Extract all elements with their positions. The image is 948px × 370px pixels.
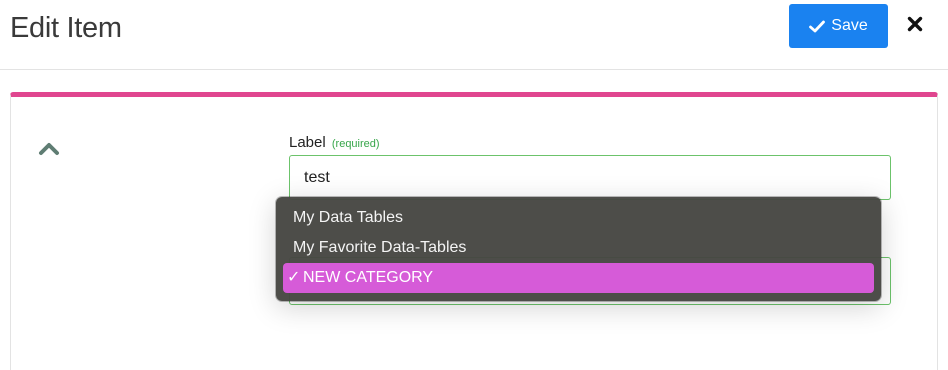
dropdown-option[interactable]: My Favorite Data-Tables (283, 233, 874, 263)
close-icon (907, 16, 923, 37)
category-dropdown-menu: My Data Tables My Favorite Data-Tables ✓… (276, 197, 881, 301)
save-button-label: Save (831, 17, 868, 34)
dropdown-option[interactable]: My Data Tables (283, 203, 874, 233)
page-title: Edit Item (10, 12, 122, 44)
dropdown-option-selected[interactable]: ✓ NEW CATEGORY (283, 263, 874, 293)
dropdown-option-label: NEW CATEGORY (303, 269, 434, 286)
save-button[interactable]: Save (789, 4, 888, 48)
edit-item-dialog: Edit Item Save Label (required) test My … (0, 0, 948, 370)
label-input[interactable]: test (289, 155, 891, 200)
label-field-label: Label (required) (289, 134, 380, 151)
close-button[interactable] (903, 14, 927, 38)
dropdown-option-label: My Data Tables (293, 209, 403, 226)
required-note: (required) (331, 138, 380, 150)
chevron-up-icon (37, 143, 61, 161)
checkmark-icon: ✓ (287, 269, 301, 286)
label-field-title: Label (289, 134, 326, 151)
dropdown-option-label: My Favorite Data-Tables (293, 239, 467, 256)
header: Edit Item Save (0, 0, 948, 70)
check-icon (809, 20, 826, 33)
collapse-toggle[interactable] (37, 139, 61, 157)
